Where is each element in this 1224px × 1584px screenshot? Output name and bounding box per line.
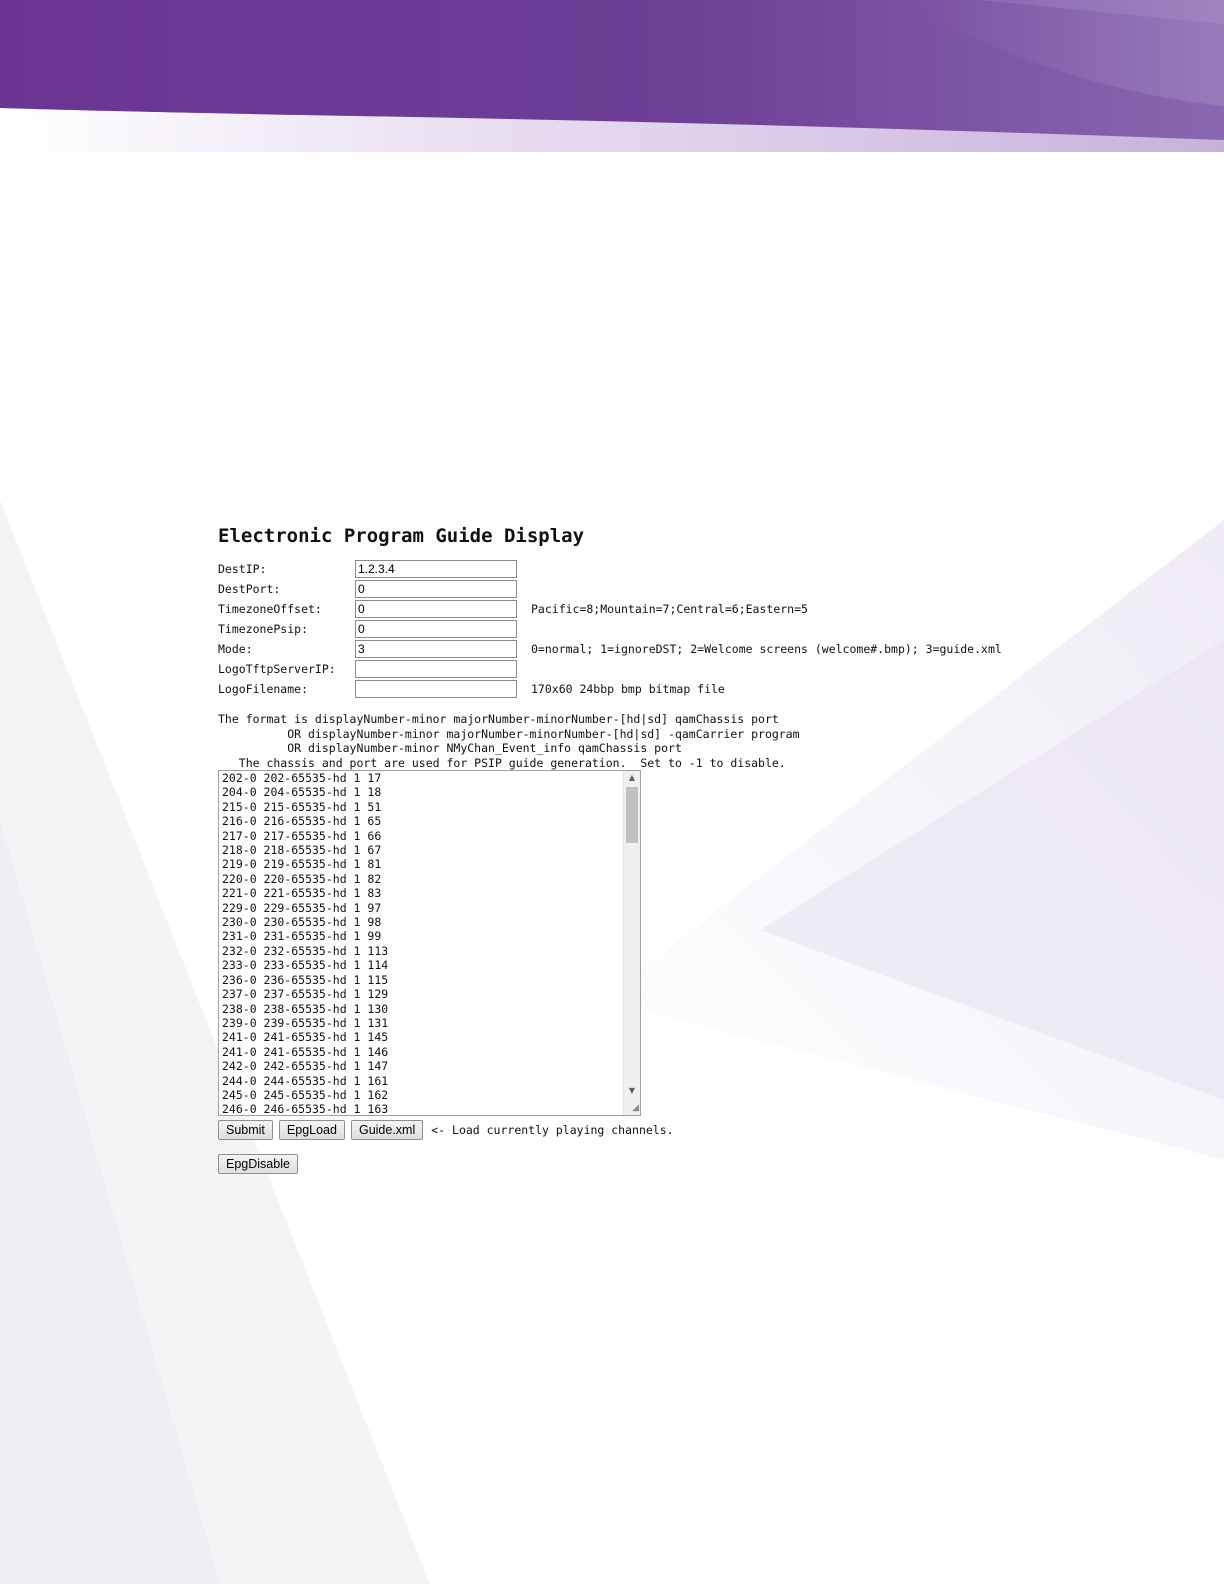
vertical-scrollbar[interactable]: ▲ ▼: [623, 771, 640, 1115]
epgdisable-button[interactable]: EpgDisable: [218, 1154, 298, 1174]
scroll-down-icon[interactable]: ▼: [624, 1084, 640, 1098]
resize-grip-icon[interactable]: ◢: [627, 1102, 639, 1114]
logofilename-label: LogoFilename:: [218, 682, 309, 696]
settings-form: DestIP: DestPort: TimezoneOffset: Pacifi…: [218, 559, 1002, 699]
form-row-logofilename: LogoFilename: 170x60 24bbp bmp bitmap fi…: [218, 679, 1002, 699]
page-title: Electronic Program Guide Display: [218, 525, 585, 547]
scroll-up-icon[interactable]: ▲: [624, 771, 640, 785]
form-row-timezonepsip: TimezonePsip:: [218, 619, 1002, 639]
destip-label: DestIP:: [218, 562, 267, 576]
timezoneoffset-hint: Pacific=8;Mountain=7;Central=6;Eastern=5: [531, 602, 808, 616]
scroll-thumb[interactable]: [626, 787, 638, 843]
logotftpserverip-input[interactable]: [355, 660, 517, 678]
timezonepsip-hint: [517, 619, 1002, 639]
submit-button[interactable]: Submit: [218, 1120, 273, 1140]
form-row-logotftpserverip: LogoTftpServerIP:: [218, 659, 1002, 679]
logotftpserverip-label: LogoTftpServerIP:: [218, 662, 336, 676]
mode-input[interactable]: [355, 640, 517, 658]
action-row: Submit EpgLoad Guide.xml <- Load current…: [218, 1120, 1218, 1140]
format-help-line: The chassis and port are used for PSIP g…: [218, 755, 786, 770]
destport-hint: [517, 579, 1002, 599]
format-help-line: The format is displayNumber-minor majorN…: [218, 712, 779, 726]
disable-row: EpgDisable: [218, 1154, 1218, 1174]
destport-input[interactable]: [355, 580, 517, 598]
destip-hint: [517, 559, 1002, 579]
timezonepsip-label: TimezonePsip:: [218, 622, 309, 636]
form-row-mode: Mode: 0=normal; 1=ignoreDST; 2=Welcome s…: [218, 639, 1002, 659]
form-row-destport: DestPort:: [218, 579, 1002, 599]
mode-label: Mode:: [218, 642, 253, 656]
format-help-line: OR displayNumber-minor majorNumber-minor…: [218, 726, 800, 741]
form-row-timezoneoffset: TimezoneOffset: Pacific=8;Mountain=7;Cen…: [218, 599, 1002, 619]
form-row-destip: DestIP:: [218, 559, 1002, 579]
mode-hint: 0=normal; 1=ignoreDST; 2=Welcome screens…: [531, 642, 1002, 656]
timezoneoffset-input[interactable]: [355, 600, 517, 618]
format-help-line: OR displayNumber-minor NMyChan_Event_inf…: [218, 741, 682, 755]
logofilename-hint: 170x60 24bbp bmp bitmap file: [531, 682, 725, 696]
destip-input[interactable]: [355, 560, 517, 578]
channel-list-box: 202-0 202-65535-hd 1 17 204-0 204-65535-…: [218, 770, 641, 1116]
destport-label: DestPort:: [218, 582, 281, 596]
logotftpserverip-hint: [517, 659, 1002, 679]
format-help: The format is displayNumber-minor majorN…: [218, 712, 1218, 770]
guide-xml-button[interactable]: Guide.xml: [350, 1120, 424, 1140]
load-channels-note: <- Load currently playing channels.: [431, 1123, 674, 1137]
epgload-button[interactable]: EpgLoad: [278, 1120, 345, 1140]
epg-panel: Electronic Program Guide Display DestIP:…: [218, 522, 1218, 1174]
timezonepsip-input[interactable]: [355, 620, 517, 638]
logofilename-input[interactable]: [355, 680, 517, 698]
timezoneoffset-label: TimezoneOffset:: [218, 602, 322, 616]
channel-list-textarea[interactable]: 202-0 202-65535-hd 1 17 204-0 204-65535-…: [219, 771, 622, 1115]
